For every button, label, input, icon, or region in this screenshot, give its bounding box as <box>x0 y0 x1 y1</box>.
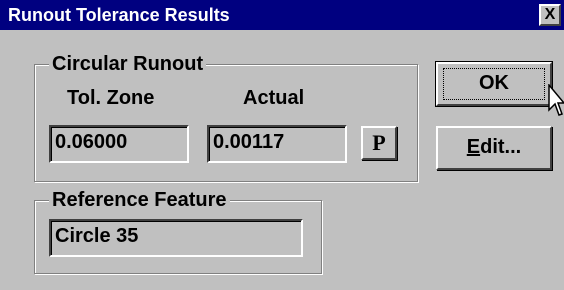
tol-zone-field[interactable]: 0.06000 <box>49 125 189 163</box>
actual-label: Actual <box>243 87 305 109</box>
edit-button-label: dit... <box>480 136 522 158</box>
circular-runout-group: Circular Runout Tol. Zone Actual 0.06000… <box>34 51 418 182</box>
arrow-pointer-icon <box>548 84 564 116</box>
circular-runout-group-label: Circular Runout <box>49 51 207 77</box>
tol-zone-label: Tol. Zone <box>67 87 155 109</box>
close-button[interactable]: X <box>539 4 561 26</box>
reference-feature-group: Reference Feature Circle 35 <box>34 187 322 274</box>
focus-rect <box>443 68 545 100</box>
ok-button[interactable]: OK <box>435 61 553 107</box>
edit-button-mnemonic: E <box>466 136 481 158</box>
close-icon: X <box>544 6 556 23</box>
p-button[interactable]: P <box>361 126 397 160</box>
edit-button[interactable]: Edit... <box>436 126 552 170</box>
actual-field[interactable]: 0.00117 <box>207 125 347 163</box>
reference-feature-field[interactable]: Circle 35 <box>49 219 303 257</box>
reference-feature-group-label: Reference Feature <box>49 187 230 213</box>
runout-tolerance-dialog: Runout Tolerance Results X Circular Runo… <box>0 0 564 290</box>
window-title: Runout Tolerance Results <box>8 5 230 25</box>
title-bar[interactable]: Runout Tolerance Results X <box>0 0 564 30</box>
p-button-label: P <box>372 130 386 155</box>
